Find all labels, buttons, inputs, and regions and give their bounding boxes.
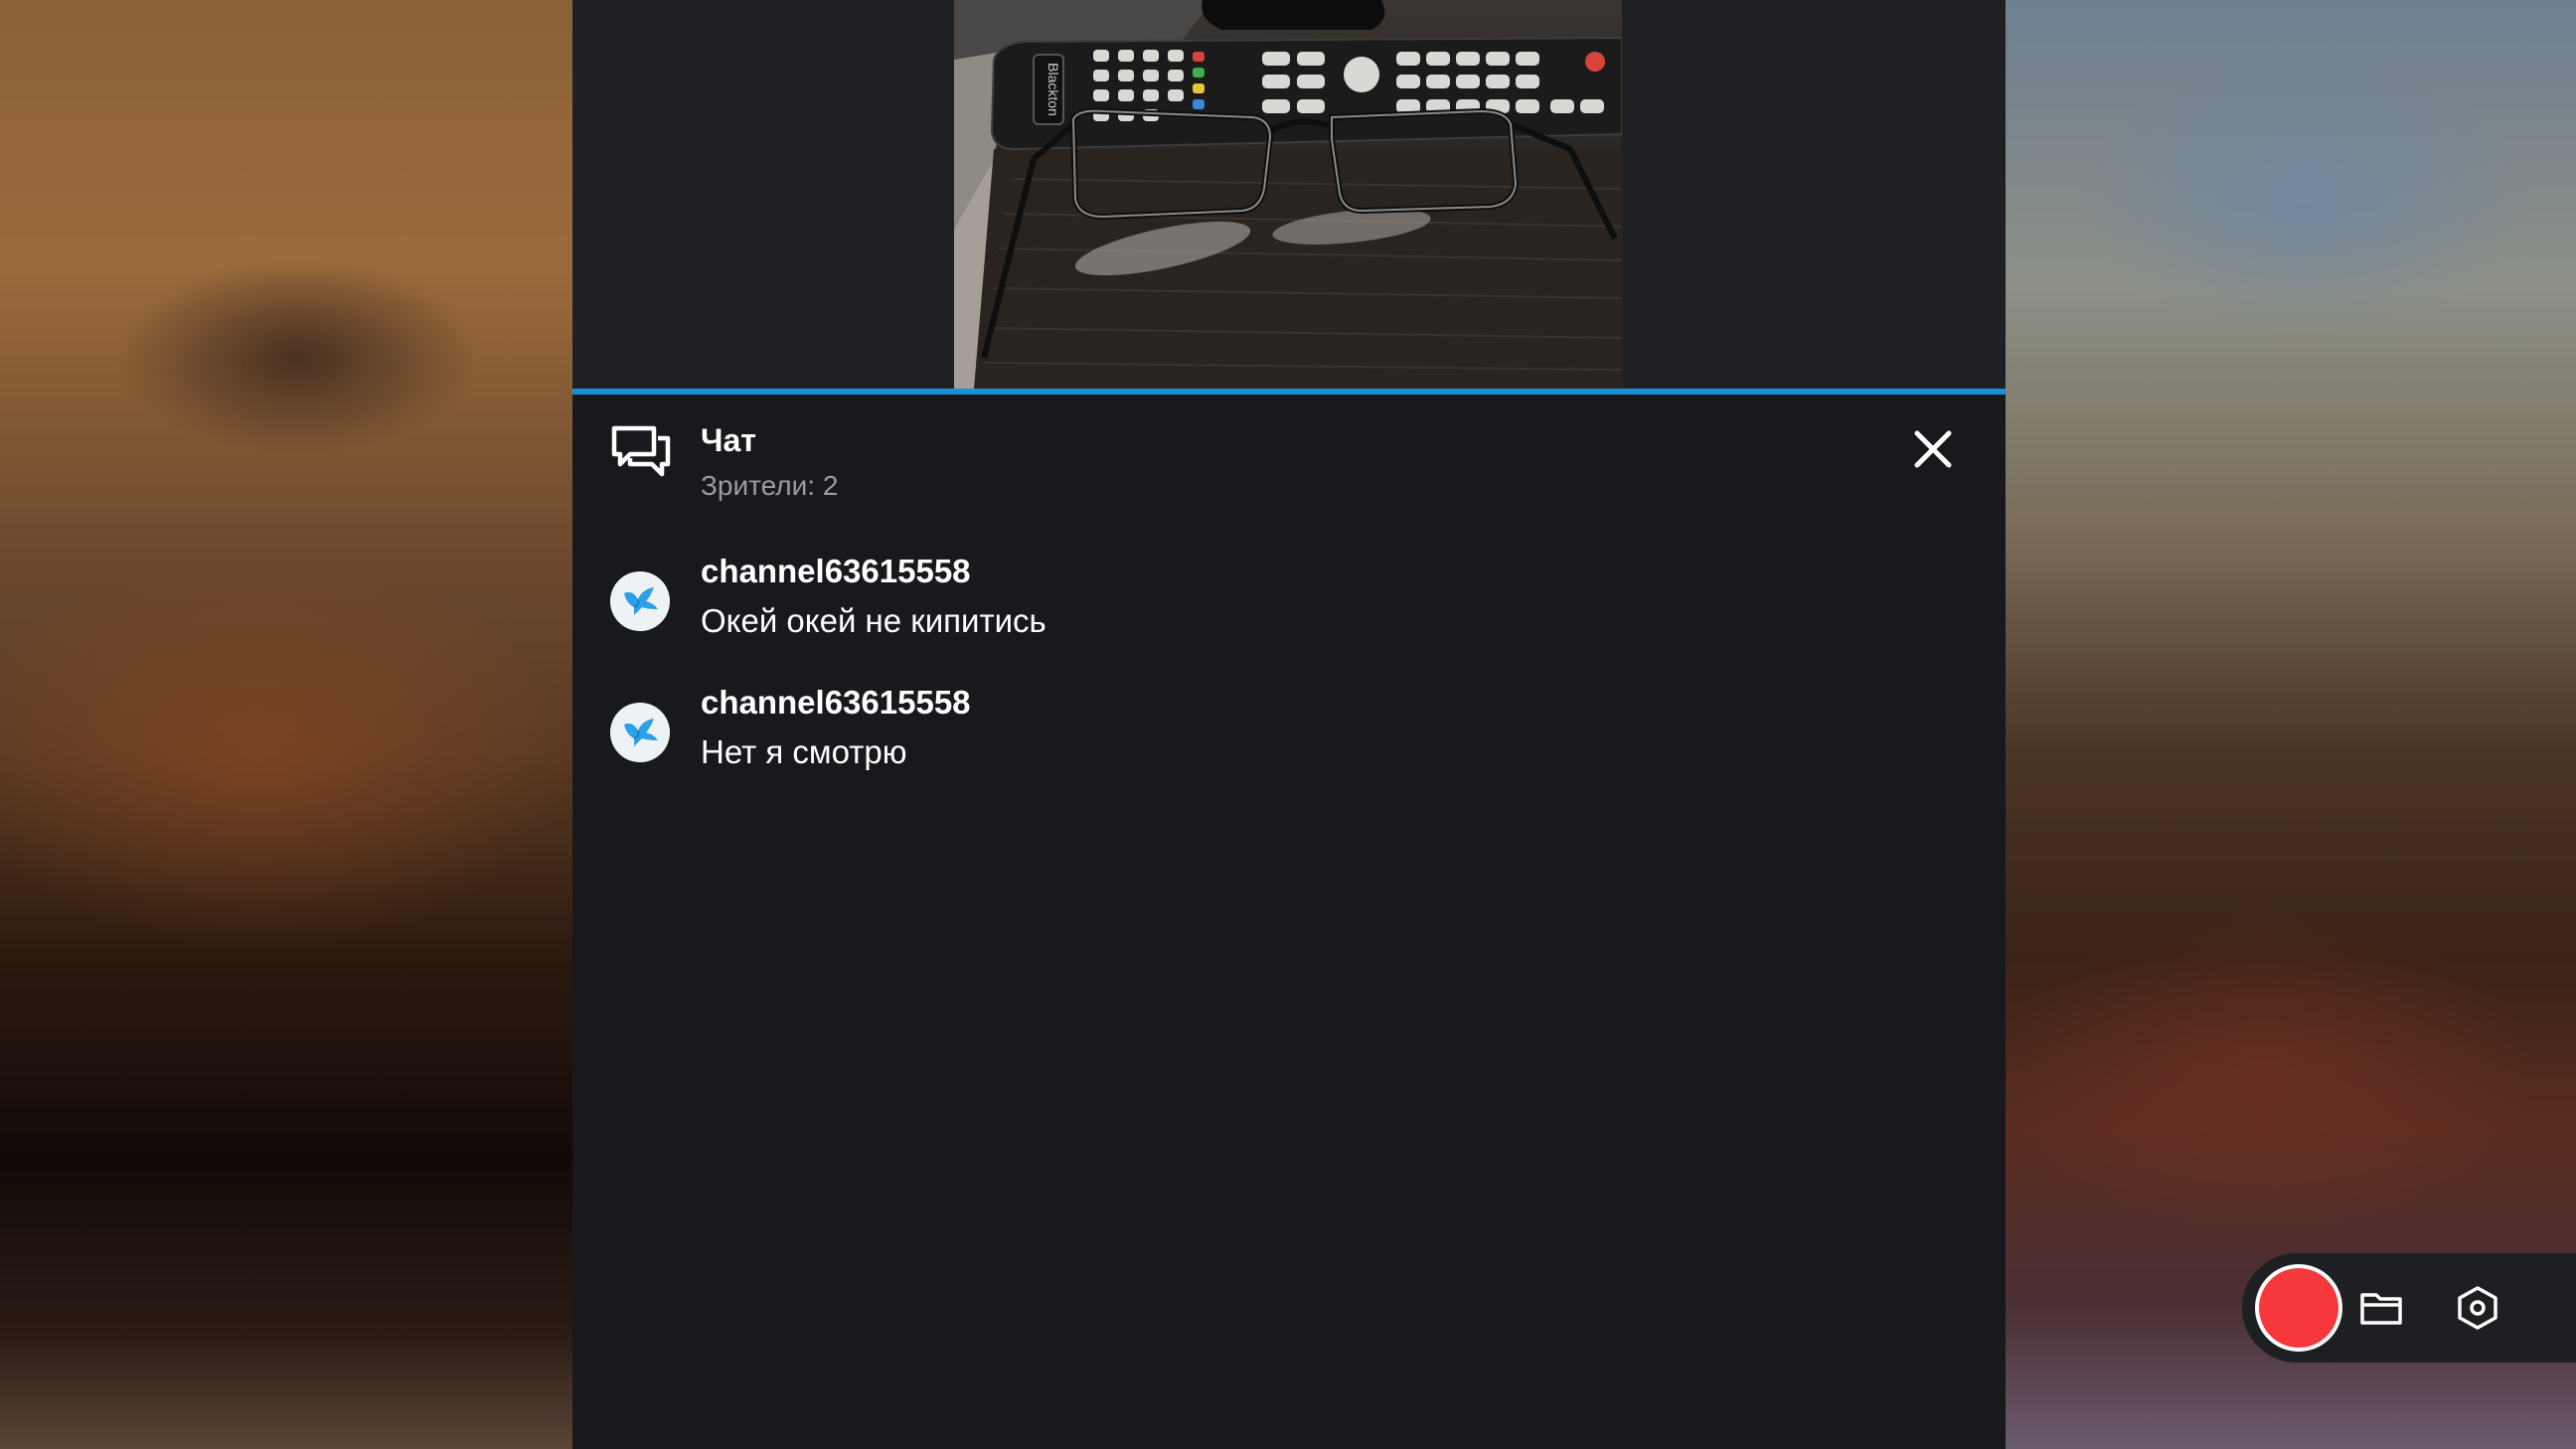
settings-hexagon-icon[interactable]	[2453, 1283, 2502, 1333]
screen: Blackton Чат Зрители: 2 channel63615558 …	[0, 0, 2576, 1449]
bird-icon	[610, 571, 670, 631]
record-button[interactable]	[2259, 1268, 2338, 1348]
camera-background-right	[2006, 0, 2576, 1449]
chat-message: channel63615558 Окей окей не кипитись	[610, 552, 1962, 661]
chat-panel: Чат Зрители: 2 channel63615558 Окей окей…	[572, 395, 2006, 1449]
camera-background-left	[0, 0, 572, 1449]
chat-bubbles-icon	[611, 425, 671, 477]
avatar[interactable]	[610, 703, 670, 762]
stream-controls	[2242, 1253, 2576, 1363]
video-preview[interactable]: Blackton	[572, 0, 2006, 390]
stream-panel: Blackton Чат Зрители: 2 channel63615558 …	[572, 0, 2006, 1449]
message-text: Нет я смотрю	[701, 733, 907, 770]
folder-icon[interactable]	[2356, 1283, 2406, 1333]
message-author[interactable]: channel63615558	[701, 683, 971, 723]
video-frame: Blackton	[954, 0, 1622, 390]
chat-message: channel63615558 Нет я смотрю	[610, 683, 1962, 792]
close-icon[interactable]	[1908, 424, 1958, 474]
remote-brand-label: Blackton	[1046, 63, 1061, 116]
viewers-count: Зрители: 2	[701, 470, 839, 501]
message-text: Окей окей не кипитись	[701, 602, 1046, 639]
avatar[interactable]	[610, 571, 670, 631]
chat-title: Чат	[701, 422, 756, 458]
message-author[interactable]: channel63615558	[701, 552, 971, 591]
bird-icon	[610, 703, 670, 762]
video-frame-image: Blackton	[954, 0, 1622, 390]
